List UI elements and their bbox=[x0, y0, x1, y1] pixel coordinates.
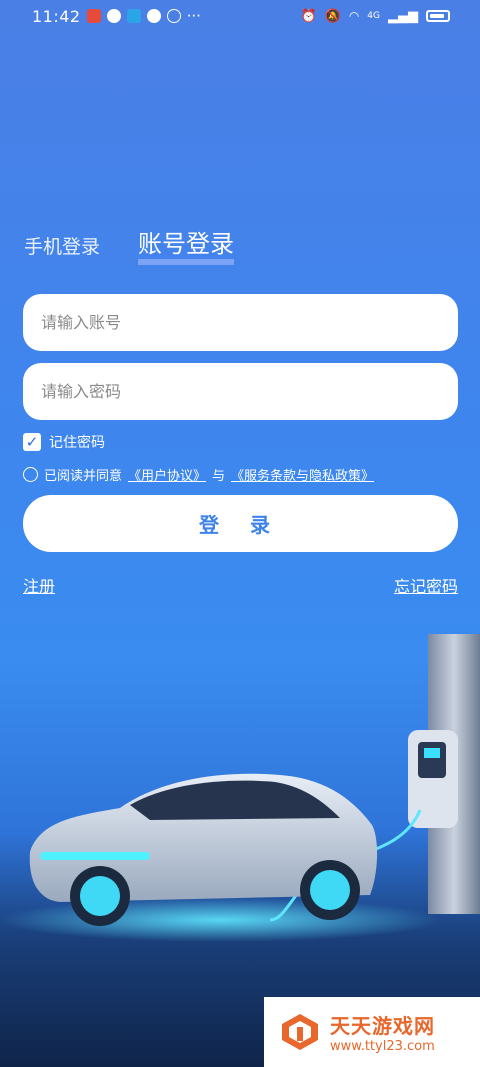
register-link[interactable]: 注册 bbox=[23, 573, 55, 597]
remember-checkbox[interactable]: ✓ bbox=[23, 433, 41, 451]
remember-password[interactable]: ✓ 记住密码 bbox=[23, 432, 105, 452]
watermark-url: www.ttyl23.com bbox=[330, 1039, 435, 1054]
login-tabs: 手机登录 账号登录 bbox=[24, 224, 235, 265]
forgot-password-link[interactable]: 忘记密码 bbox=[394, 573, 458, 597]
privacy-policy-link[interactable]: 《服务条款与隐私政策》 bbox=[231, 465, 374, 484]
status-bar-right: ⏰ 🔕 ◠ 4G ▂▄▆ bbox=[300, 9, 450, 24]
agreement-conjunction: 与 bbox=[212, 469, 226, 484]
charging-station bbox=[408, 634, 480, 914]
cell-signal-icon: ▂▄▆ bbox=[388, 8, 418, 24]
location-icon bbox=[166, 9, 181, 23]
status-bar-left: 11:42 ··· bbox=[32, 7, 201, 26]
chat-icon bbox=[106, 9, 121, 23]
floor-glow bbox=[0, 898, 440, 942]
watermark: 天天游戏网 www.ttyl23.com bbox=[264, 997, 480, 1067]
watermark-logo-icon bbox=[282, 1014, 318, 1050]
mute-icon: 🔕 bbox=[324, 8, 341, 24]
watermark-text: 天天游戏网 www.ttyl23.com bbox=[330, 1010, 435, 1054]
more-dots: ··· bbox=[186, 7, 201, 25]
agreement-row: 已阅读并同意 《用户协议》 与 《服务条款与隐私政策》 bbox=[23, 465, 374, 484]
account-field bbox=[23, 294, 458, 351]
account-input[interactable] bbox=[39, 312, 442, 333]
wifi-icon: ◠ bbox=[348, 9, 360, 23]
password-input[interactable] bbox=[39, 381, 442, 402]
remember-label: 记住密码 bbox=[49, 435, 105, 451]
alarm-icon: ⏰ bbox=[300, 8, 317, 24]
tab-account-login[interactable]: 账号登录 bbox=[138, 224, 235, 265]
user-agreement-link[interactable]: 《用户协议》 bbox=[128, 465, 206, 484]
signal-label: 4G bbox=[367, 11, 380, 21]
watermark-title: 天天游戏网 bbox=[330, 1014, 435, 1038]
agreement-radio[interactable] bbox=[23, 467, 38, 482]
login-button[interactable]: 登 录 bbox=[23, 495, 458, 552]
app-notification-icon bbox=[86, 9, 101, 23]
battery-icon bbox=[426, 10, 450, 22]
tab-phone-login[interactable]: 手机登录 bbox=[24, 232, 100, 265]
status-bar: 11:42 ··· ⏰ 🔕 ◠ 4G ▂▄▆ bbox=[0, 0, 480, 32]
browser-icon bbox=[126, 9, 141, 23]
password-field bbox=[23, 363, 458, 420]
wechat-icon bbox=[146, 9, 161, 23]
status-time: 11:42 bbox=[32, 6, 81, 26]
agreement-prefix: 已阅读并同意 bbox=[44, 469, 123, 484]
